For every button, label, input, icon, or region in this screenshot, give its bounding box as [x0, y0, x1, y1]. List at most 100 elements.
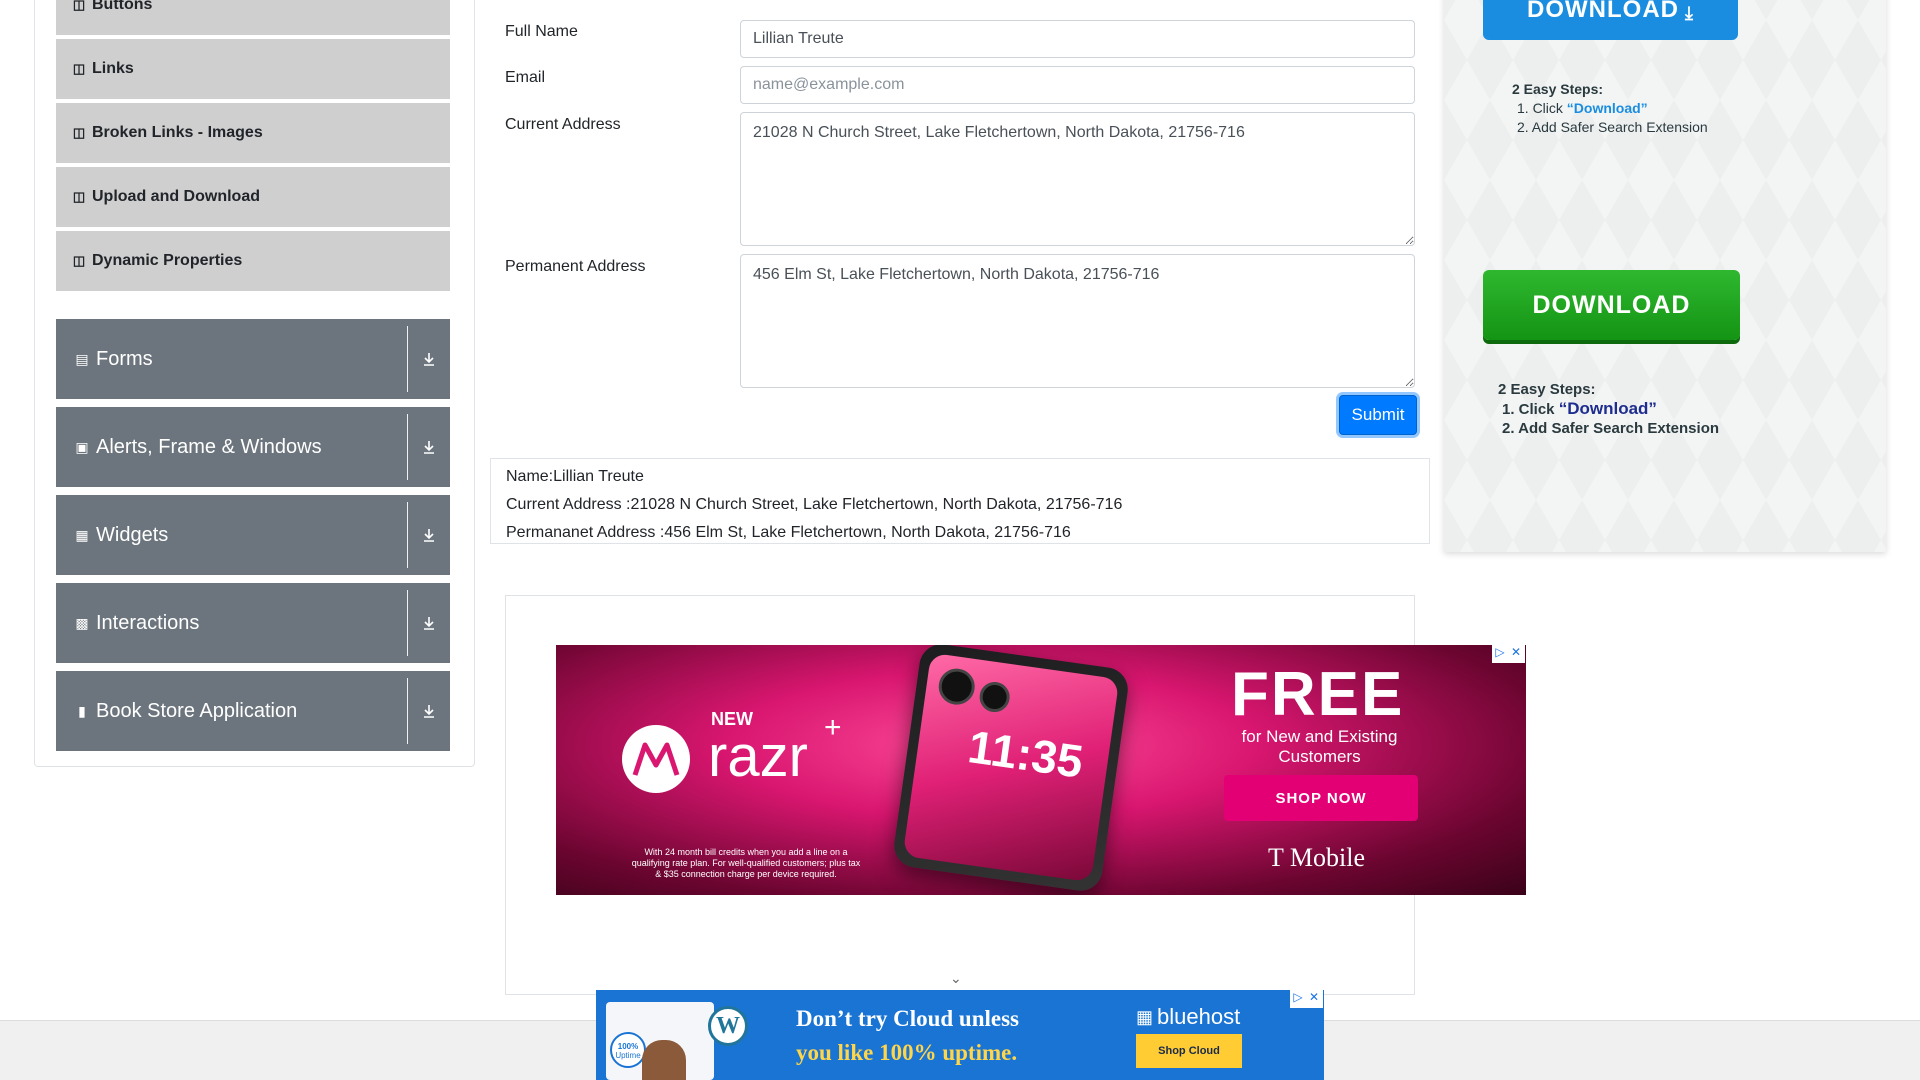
current-address-label: Current Address — [505, 116, 621, 133]
download-arrow-icon[interactable] — [408, 319, 450, 399]
fine-print-line: With 24 month bill credits when you add … — [644, 847, 848, 857]
steps-block-top: 2 Easy Steps: 1. Click “Download” 2. Add… — [1512, 80, 1708, 137]
group-label: Forms — [96, 347, 153, 370]
ad-product-name: razr — [708, 724, 808, 789]
html-icon: ◫ — [72, 253, 86, 268]
phone-image: 11:35 — [891, 645, 1131, 894]
html-icon: ◫ — [72, 61, 86, 76]
bluehost-brand: bluehost — [1157, 1004, 1241, 1029]
ad-choices[interactable]: ▷ ✕ — [1492, 645, 1525, 663]
ad-line2: you like 100% uptime. — [796, 1040, 1018, 1065]
grid-icon: ▦ — [1136, 1006, 1154, 1027]
output-permanent-address: Permananet Address :456 Elm St, Lake Fle… — [506, 524, 1071, 541]
step1-prefix: 1. Click — [1517, 100, 1567, 116]
fine-print-line: & $35 connection charge per device requi… — [655, 869, 837, 879]
sidebar-item-label: Buttons — [92, 0, 153, 13]
widgets-icon: ▦ — [75, 526, 89, 543]
download-top-label: DOWNLOAD — [1527, 0, 1679, 23]
sidebar-item-upload-download[interactable]: ◫ Upload and Download — [56, 167, 450, 227]
sidebar-item-links[interactable]: ◫ Links — [56, 39, 450, 99]
shop-now-button[interactable]: SHOP NOW — [1224, 775, 1418, 821]
step2-text: 2. Add Safer Search Extension — [1517, 119, 1708, 135]
sidebar: ◫ Buttons ◫ Links ◫ Broken Links - Image… — [34, 0, 475, 767]
submit-button[interactable]: Submit — [1339, 395, 1417, 435]
bluehost-logo: ▦ bluehost — [1136, 1004, 1240, 1030]
sidebar-item-dynamic-properties[interactable]: ◫ Dynamic Properties — [56, 231, 450, 291]
ad-photo: 100% Uptime — [606, 1002, 714, 1080]
html-icon: ◫ — [72, 0, 86, 12]
sidebar-item-broken-links[interactable]: ◫ Broken Links - Images — [56, 103, 450, 163]
sidebar-item-buttons[interactable]: ◫ Buttons — [56, 0, 450, 35]
download-arrow-icon[interactable] — [408, 495, 450, 575]
step1-link[interactable]: “Download” — [1559, 399, 1657, 418]
steps-title: 2 Easy Steps: — [1512, 81, 1604, 97]
group-label: Widgets — [96, 523, 169, 546]
adchoices-icon[interactable]: ▷ — [1290, 990, 1306, 1008]
output-box: Name:Lillian Treute Current Address :210… — [490, 458, 1430, 544]
download-arrow-icon[interactable] — [408, 671, 450, 751]
window-icon: ▣ — [75, 438, 89, 455]
sidebar-group-widgets[interactable]: ▦ Widgets — [56, 495, 450, 575]
wordpress-logo-icon: W — [708, 1006, 748, 1046]
right-ad-panel: DOWNLOAD ⤓ 2 Easy Steps: 1. Click “Downl… — [1444, 0, 1886, 552]
group-label: Interactions — [96, 611, 200, 634]
group-label: Book Store Application — [96, 699, 298, 722]
motorola-ad[interactable]: NEW razr + 11:35 FREE for New and Existi… — [556, 645, 1526, 895]
adchoices-icon[interactable]: ▷ — [1492, 645, 1508, 663]
interactions-icon: ▩ — [75, 614, 89, 631]
group-label: Alerts, Frame & Windows — [96, 435, 322, 458]
sidebar-group-forms[interactable]: ▤ Forms — [56, 319, 450, 399]
html-icon: ◫ — [72, 189, 86, 204]
step1-prefix: 1. Click — [1502, 401, 1559, 418]
sidebar-item-label: Links — [92, 60, 134, 77]
form-icon: ▤ — [75, 350, 89, 367]
divider — [407, 414, 408, 480]
ad-choices[interactable]: ▷ ✕ — [1290, 990, 1323, 1008]
shop-cloud-button[interactable]: Shop Cloud — [1136, 1034, 1242, 1068]
download-top-button[interactable]: DOWNLOAD ⤓ — [1483, 0, 1738, 40]
chevron-down-icon[interactable]: ⌄ — [950, 970, 962, 987]
close-icon[interactable]: ✕ — [1508, 645, 1524, 663]
full-name-label: Full Name — [505, 23, 578, 40]
html-icon: ◫ — [72, 125, 86, 140]
step1-link[interactable]: “Download” — [1567, 100, 1648, 116]
bluehost-ad[interactable]: 100% Uptime W Don’t try Cloud unless you… — [596, 990, 1324, 1080]
output-current-address: Current Address :21028 N Church Street, … — [506, 496, 1123, 513]
sidebar-group-bookstore[interactable]: ▮ Book Store Application — [56, 671, 450, 751]
sidebar-group-alerts[interactable]: ▣ Alerts, Frame & Windows — [56, 407, 450, 487]
close-icon[interactable]: ✕ — [1306, 990, 1322, 1008]
download-main-button[interactable]: DOWNLOAD — [1483, 270, 1740, 340]
ad-headline: FREE — [1231, 660, 1405, 729]
ad-subline2: Customers — [1278, 747, 1361, 766]
sidebar-item-label: Upload and Download — [92, 188, 260, 205]
sidebar-group-interactions[interactable]: ▩ Interactions — [56, 583, 450, 663]
email-input[interactable] — [740, 66, 1415, 104]
steps-title: 2 Easy Steps: — [1498, 381, 1596, 398]
ad-subline1: for New and Existing — [1241, 727, 1398, 746]
download-arrow-icon[interactable] — [408, 583, 450, 663]
sidebar-item-label: Dynamic Properties — [92, 252, 243, 269]
uptime-badge-sub: Uptime — [615, 1051, 641, 1060]
books-icon: ▮ — [78, 702, 86, 719]
ad-fine-print: With 24 month bill credits when you add … — [581, 847, 911, 880]
current-address-input[interactable]: 21028 N Church Street, Lake Fletchertown… — [740, 112, 1415, 246]
download-icon: ⤓ — [1685, 3, 1694, 23]
sidebar-item-label: Broken Links - Images — [92, 124, 263, 141]
divider — [407, 326, 408, 392]
permanent-address-label: Permanent Address — [505, 258, 646, 275]
step2-text: 2. Add Safer Search Extension — [1502, 420, 1720, 437]
motorola-logo-icon — [622, 725, 690, 793]
full-name-input[interactable] — [740, 20, 1415, 58]
steps-block-bottom: 2 Easy Steps: 1. Click “Download” 2. Add… — [1498, 380, 1719, 438]
divider — [407, 590, 408, 656]
download-arrow-icon[interactable] — [408, 407, 450, 487]
uptime-badge: 100% — [617, 1042, 639, 1051]
divider — [407, 502, 408, 568]
divider — [407, 678, 408, 744]
permanent-address-input[interactable]: 456 Elm St, Lake Fletchertown, North Dak… — [740, 254, 1415, 388]
ad-product-plus: + — [824, 711, 842, 744]
email-label: Email — [505, 69, 546, 86]
ad-line1: Don’t try Cloud unless — [796, 1006, 1020, 1031]
output-name: Name:Lillian Treute — [506, 468, 644, 485]
fine-print-line: qualifying rate plan. For well-qualified… — [631, 858, 861, 868]
